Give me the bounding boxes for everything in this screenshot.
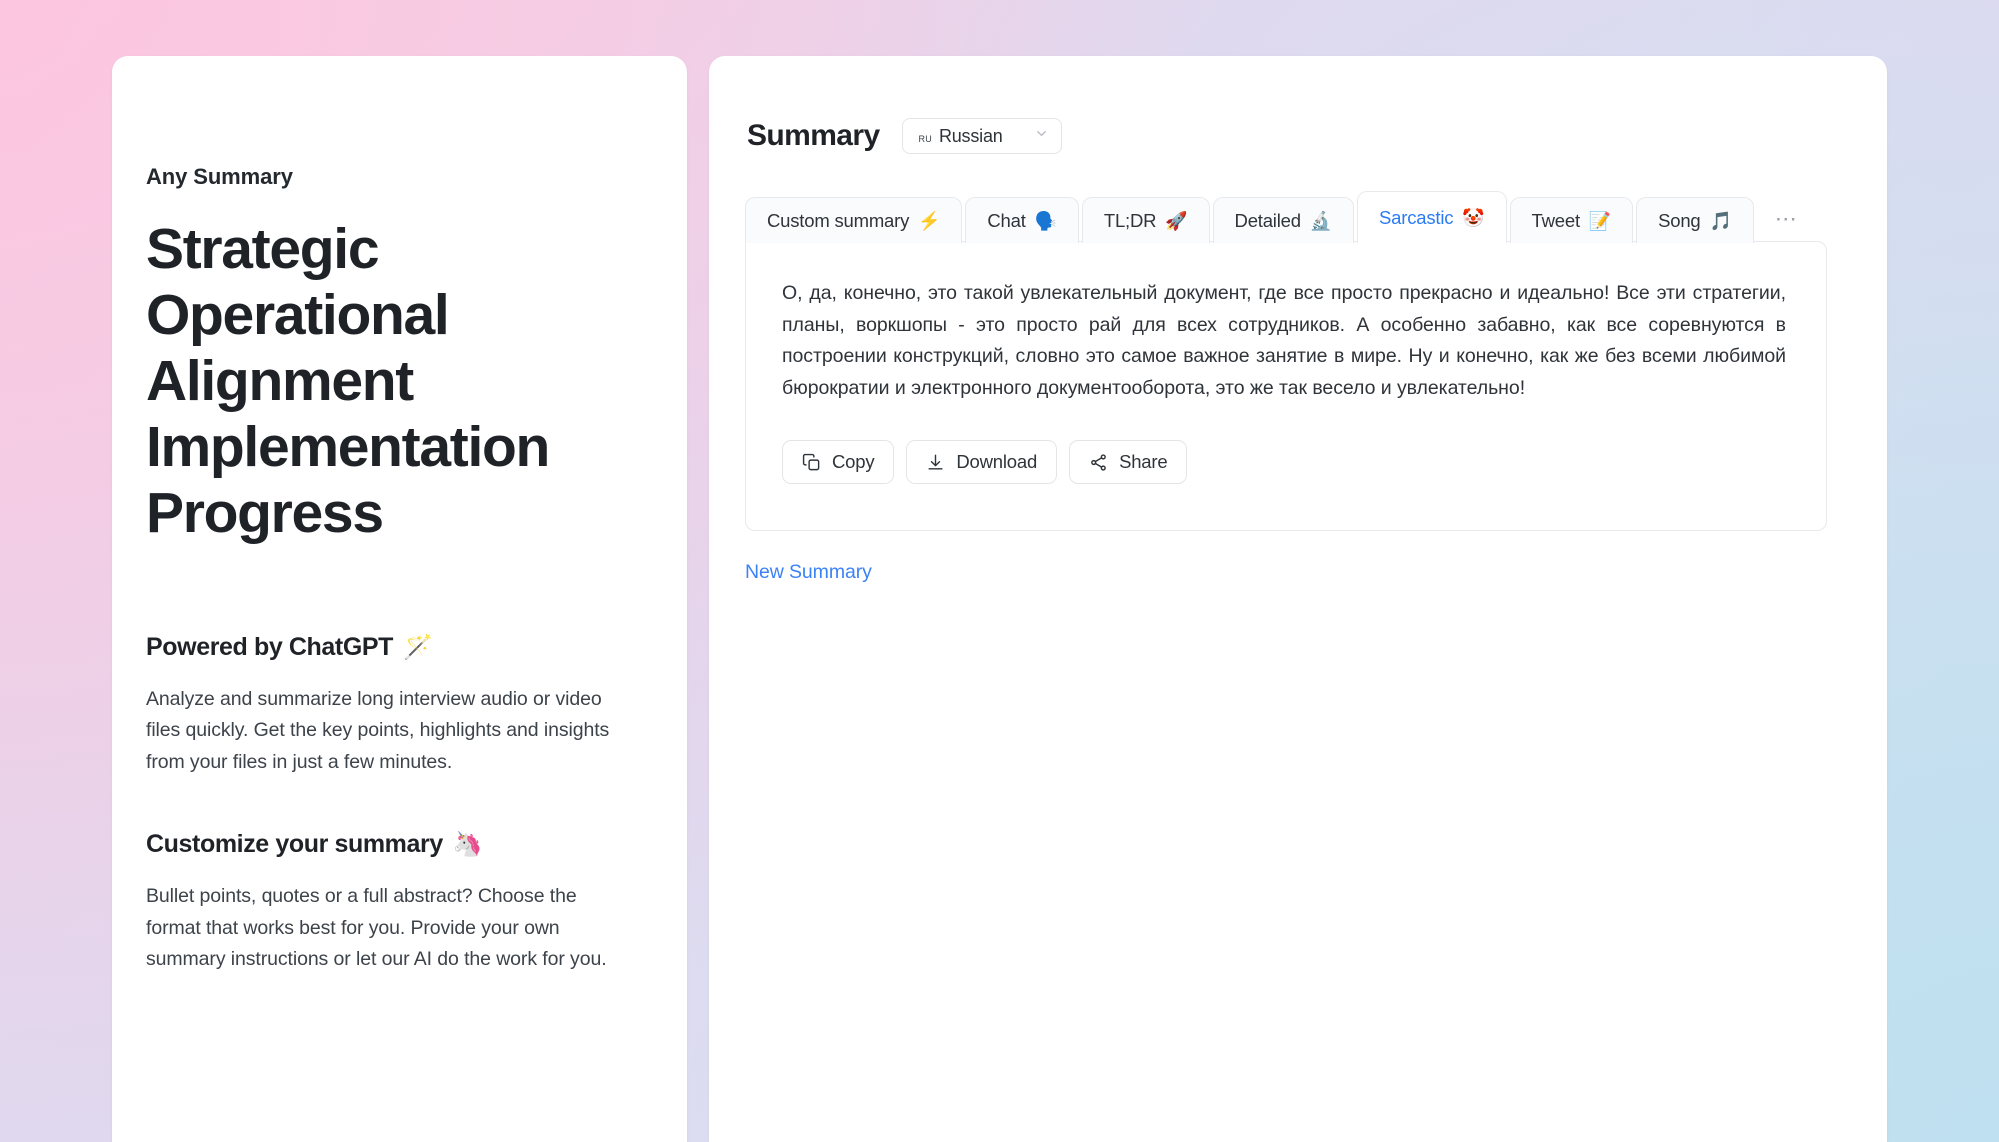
chevron-down-icon bbox=[1034, 126, 1049, 146]
language-select-value: ru Russian bbox=[919, 126, 1003, 147]
document-info-panel: Any Summary Strategic Operational Alignm… bbox=[112, 56, 687, 1142]
feature-heading-text: Customize your summary bbox=[146, 830, 443, 859]
feature-powered-by-chatgpt: Powered by ChatGPT 🪄 Analyze and summari… bbox=[146, 633, 631, 779]
tab-label: Sarcastic bbox=[1379, 206, 1454, 228]
tab-label: Detailed bbox=[1234, 209, 1301, 231]
tab-sarcastic[interactable]: Sarcastic 🤡 bbox=[1357, 191, 1507, 243]
musical-note-emoji: 🎵 bbox=[1709, 210, 1732, 231]
copy-button[interactable]: Copy bbox=[782, 440, 895, 485]
language-name: Russian bbox=[938, 125, 1003, 146]
summary-panel: Summary ru Russian Custom summary ⚡ Chat… bbox=[709, 56, 1887, 1142]
tab-label: Chat bbox=[987, 209, 1026, 231]
microscope-emoji: 🔬 bbox=[1309, 210, 1333, 231]
lightning-bolt-emoji: ⚡ bbox=[918, 210, 941, 231]
share-icon bbox=[1089, 453, 1108, 472]
speaking-head-emoji: 🗣️ bbox=[1034, 210, 1057, 231]
copy-button-label: Copy bbox=[832, 451, 875, 473]
page-title: Summary bbox=[747, 119, 880, 152]
memo-emoji: 📝 bbox=[1588, 210, 1612, 231]
new-summary-link[interactable]: New Summary bbox=[745, 561, 872, 584]
summary-style-tabs: Custom summary ⚡ Chat 🗣️ TL;DR 🚀 Detaile… bbox=[745, 190, 1827, 243]
share-button[interactable]: Share bbox=[1069, 440, 1188, 485]
summary-actions: Copy Download Share bbox=[782, 440, 1786, 485]
summary-text: О, да, конечно, это такой увлекательный … bbox=[782, 282, 1786, 399]
download-button-label: Download bbox=[956, 451, 1038, 473]
download-icon bbox=[926, 453, 945, 472]
feature-body: Analyze and summarize long interview aud… bbox=[146, 687, 610, 773]
tab-label: Custom summary bbox=[767, 209, 910, 231]
document-title: Strategic Operational Alignment Implemen… bbox=[146, 217, 550, 546]
tab-detailed[interactable]: Detailed 🔬 bbox=[1212, 197, 1355, 243]
summary-header: Summary ru Russian bbox=[745, 118, 1827, 154]
tab-song[interactable]: Song 🎵 bbox=[1636, 197, 1754, 243]
clown-face-emoji: 🤡 bbox=[1462, 207, 1485, 228]
share-button-label: Share bbox=[1119, 451, 1168, 473]
language-code: ru bbox=[918, 129, 932, 145]
tab-label: TL;DR bbox=[1103, 209, 1157, 231]
feature-heading-text: Powered by ChatGPT bbox=[146, 632, 394, 661]
app-root: Any Summary Strategic Operational Alignm… bbox=[0, 0, 1999, 1142]
feature-heading: Powered by ChatGPT 🪄 bbox=[146, 633, 631, 662]
rocket-emoji: 🚀 bbox=[1165, 210, 1188, 231]
feature-customize-your-summary: Customize your summary 🦄 Bullet points, … bbox=[146, 830, 631, 976]
brand-name: Any Summary bbox=[146, 164, 293, 189]
copy-icon bbox=[802, 453, 821, 472]
language-select[interactable]: ru Russian bbox=[901, 118, 1062, 154]
tab-tweet[interactable]: Tweet 📝 bbox=[1509, 197, 1634, 243]
unicorn-emoji: 🦄 bbox=[452, 831, 483, 859]
tab-label: Tweet bbox=[1531, 209, 1581, 231]
magic-wand-emoji: 🪄 bbox=[403, 633, 433, 661]
download-button[interactable]: Download bbox=[906, 440, 1058, 485]
tab-chat[interactable]: Chat 🗣️ bbox=[965, 197, 1079, 243]
feature-heading: Customize your summary 🦄 bbox=[146, 830, 631, 859]
tab-label: Song bbox=[1658, 209, 1701, 231]
summary-content-card: О, да, конечно, это такой увлекательный … bbox=[745, 241, 1827, 531]
feature-body: Bullet points, quotes or a full abstract… bbox=[146, 885, 607, 971]
more-tabs-button[interactable]: ⋯ bbox=[1757, 196, 1817, 242]
tab-custom-summary[interactable]: Custom summary ⚡ bbox=[745, 197, 963, 243]
tab-tldr[interactable]: TL;DR 🚀 bbox=[1081, 197, 1210, 243]
